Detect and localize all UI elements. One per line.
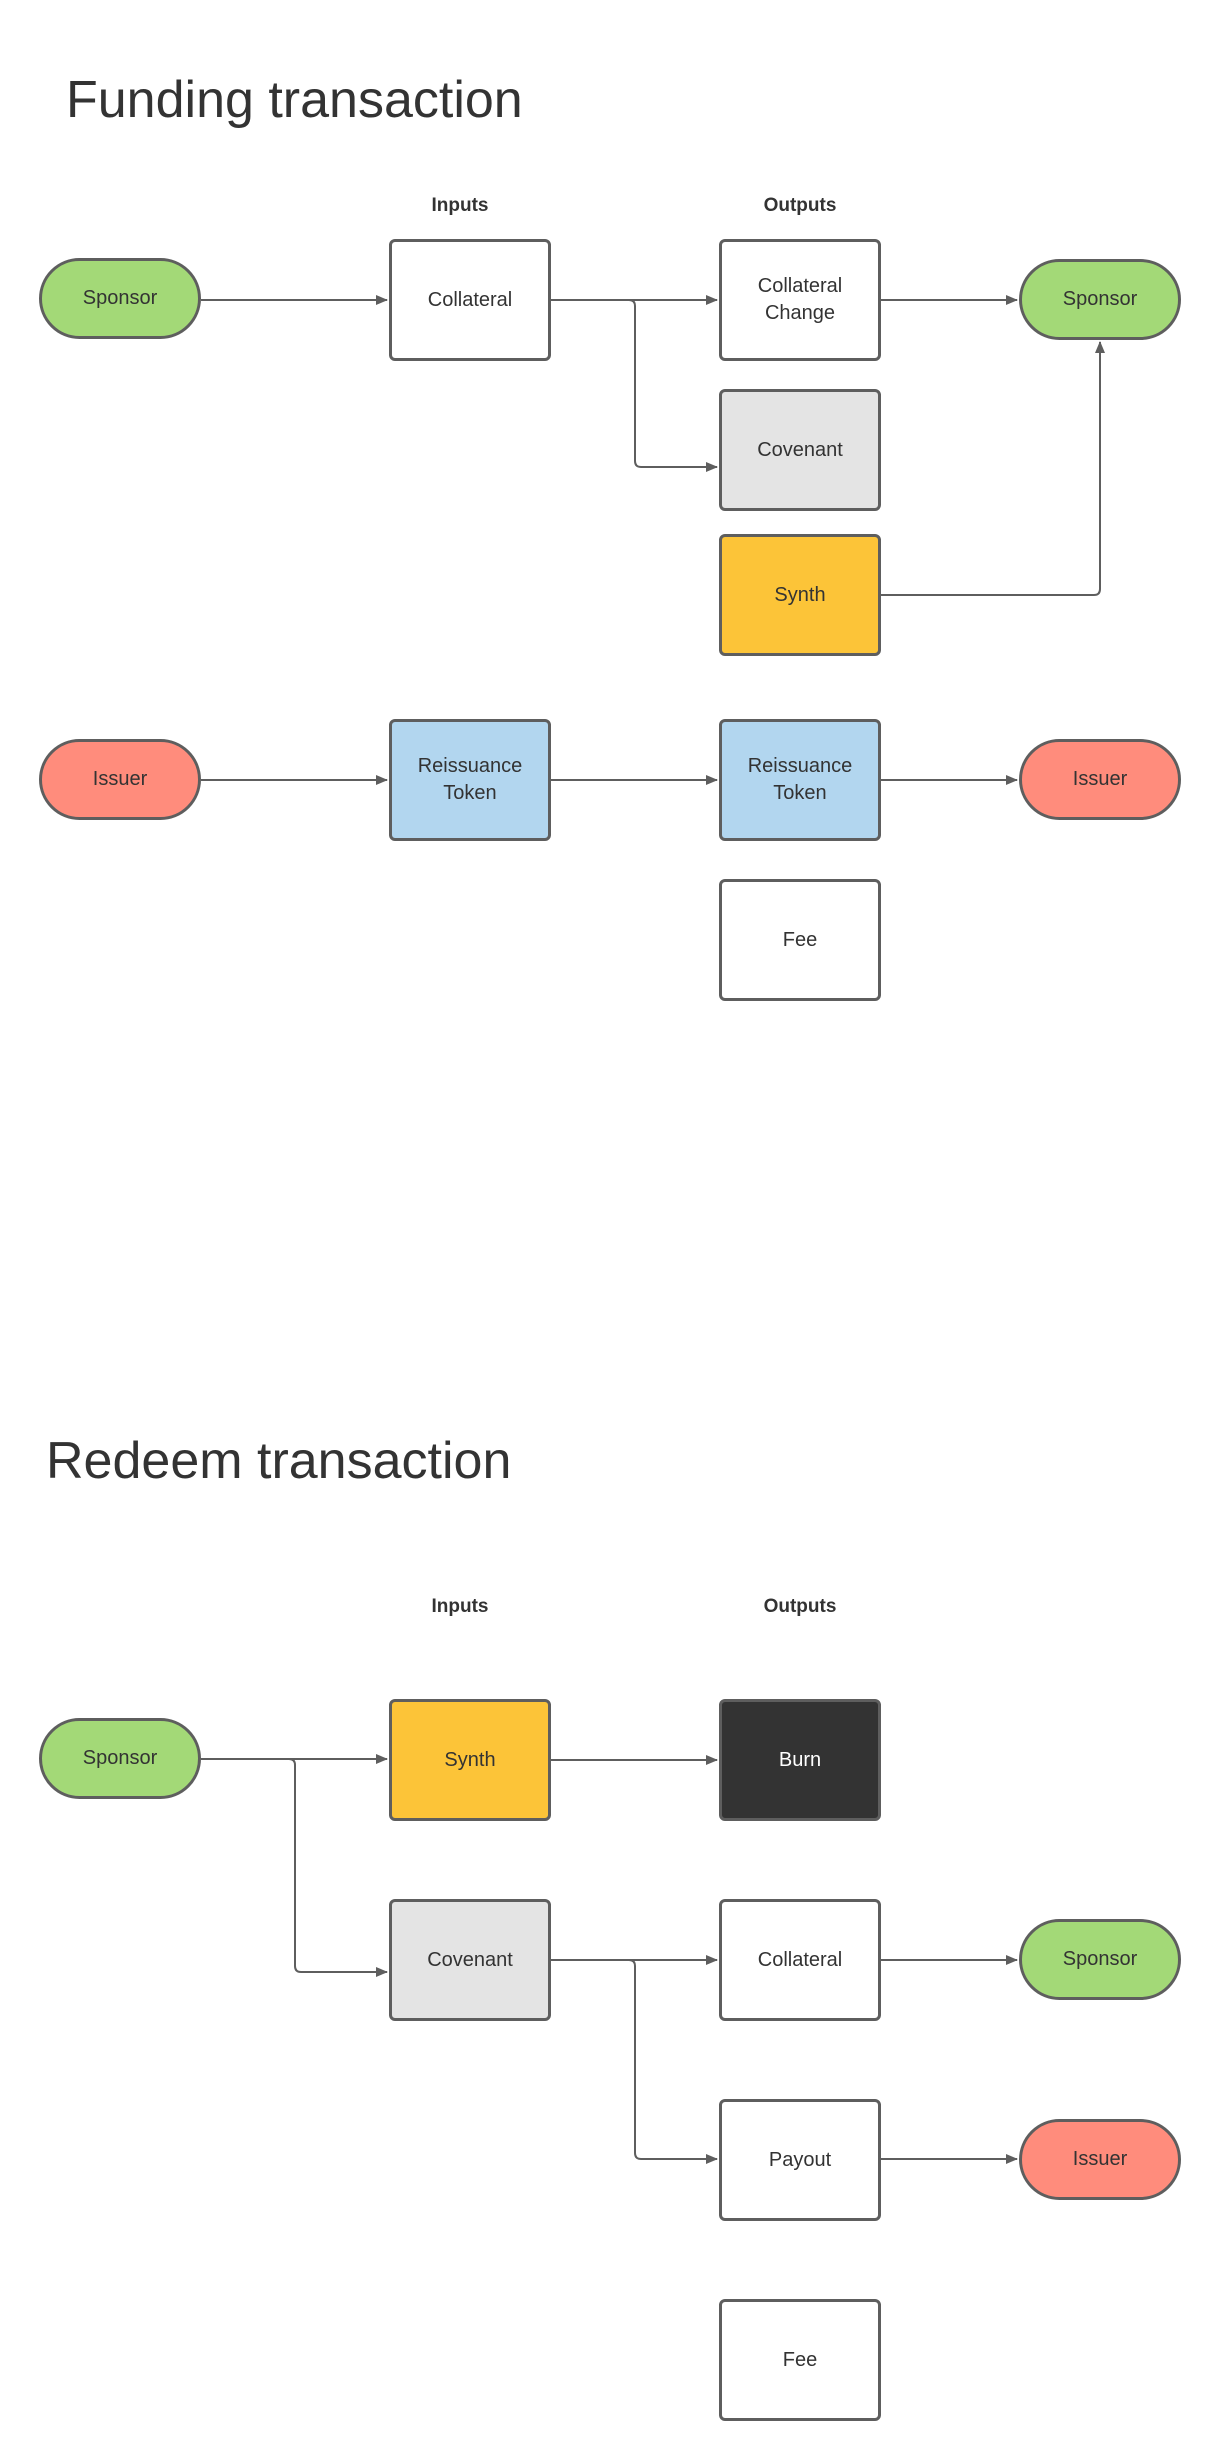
node-label: Collateral [427, 288, 513, 311]
redeem-sponsor-output[interactable]: Sponsor [1019, 1919, 1181, 2000]
funding-synth-output[interactable]: Synth [719, 534, 881, 656]
node-label: Collateral [757, 1948, 843, 1971]
node-label: Sponsor [1062, 1948, 1138, 1970]
funding-inputs-label: Inputs [431, 195, 489, 216]
redeem-covenant-input[interactable]: Covenant [389, 1899, 551, 2021]
funding-collateral-input[interactable]: Collateral [389, 239, 551, 361]
node-label: Covenant [757, 438, 843, 461]
redeem-fee-output[interactable]: Fee [719, 2299, 881, 2421]
node-label: Sponsor [82, 1747, 158, 1769]
edge-synth-to-sponsor [881, 341, 1105, 596]
redeem-issuer-output[interactable]: Issuer [1019, 2119, 1181, 2200]
funding-fee-output[interactable]: Fee [719, 879, 881, 1001]
funding-issuer-output[interactable]: Issuer [1019, 739, 1181, 820]
redeem-synth-input[interactable]: Synth [389, 1699, 551, 1821]
node-label: Issuer [1072, 768, 1128, 790]
funding-outputs-label: Outputs [763, 195, 837, 216]
node-label: Reissuance Token [747, 755, 853, 804]
redeem-payout-output[interactable]: Payout [719, 2099, 881, 2221]
node-label: Reissuance Token [417, 755, 523, 804]
funding-collateral-change-output[interactable]: Collateral Change [719, 239, 881, 361]
funding-reissuance-token-input[interactable]: Reissuance Token [389, 719, 551, 841]
node-label: Issuer [92, 768, 148, 790]
node-label: Payout [768, 2148, 832, 2171]
node-label: Synth [774, 583, 826, 606]
funding-title: Funding transaction [66, 71, 523, 129]
funding-sponsor-output[interactable]: Sponsor [1019, 259, 1181, 340]
redeem-sponsor-input[interactable]: Sponsor [39, 1718, 201, 1799]
node-label: Fee [782, 928, 818, 951]
redeem-title: Redeem transaction [46, 1432, 512, 1490]
funding-issuer-input[interactable]: Issuer [39, 739, 201, 820]
funding-sponsor-input[interactable]: Sponsor [39, 258, 201, 339]
node-label: Sponsor [82, 287, 158, 309]
node-label: Covenant [427, 1948, 513, 1971]
redeem-outputs-label: Outputs [763, 1596, 837, 1617]
node-label: Fee [782, 2348, 818, 2371]
node-label: Collateral Change [757, 275, 843, 324]
edge-sponsor-to-covenant [288, 1758, 388, 1977]
node-label: Issuer [1072, 2148, 1128, 2170]
connectors [201, 295, 1105, 2164]
node-label: Synth [444, 1748, 496, 1771]
funding-covenant-output[interactable]: Covenant [719, 389, 881, 511]
edge-collateral-to-covenant [628, 299, 718, 472]
node-label: Burn [778, 1748, 822, 1771]
edge-covenant-to-payout [628, 1959, 718, 2164]
redeem-inputs-label: Inputs [431, 1596, 489, 1617]
funding-reissuance-token-output[interactable]: Reissuance Token [719, 719, 881, 841]
node-label: Sponsor [1062, 288, 1138, 310]
redeem-burn-output[interactable]: Burn [719, 1699, 881, 1821]
redeem-collateral-output[interactable]: Collateral [719, 1899, 881, 2021]
